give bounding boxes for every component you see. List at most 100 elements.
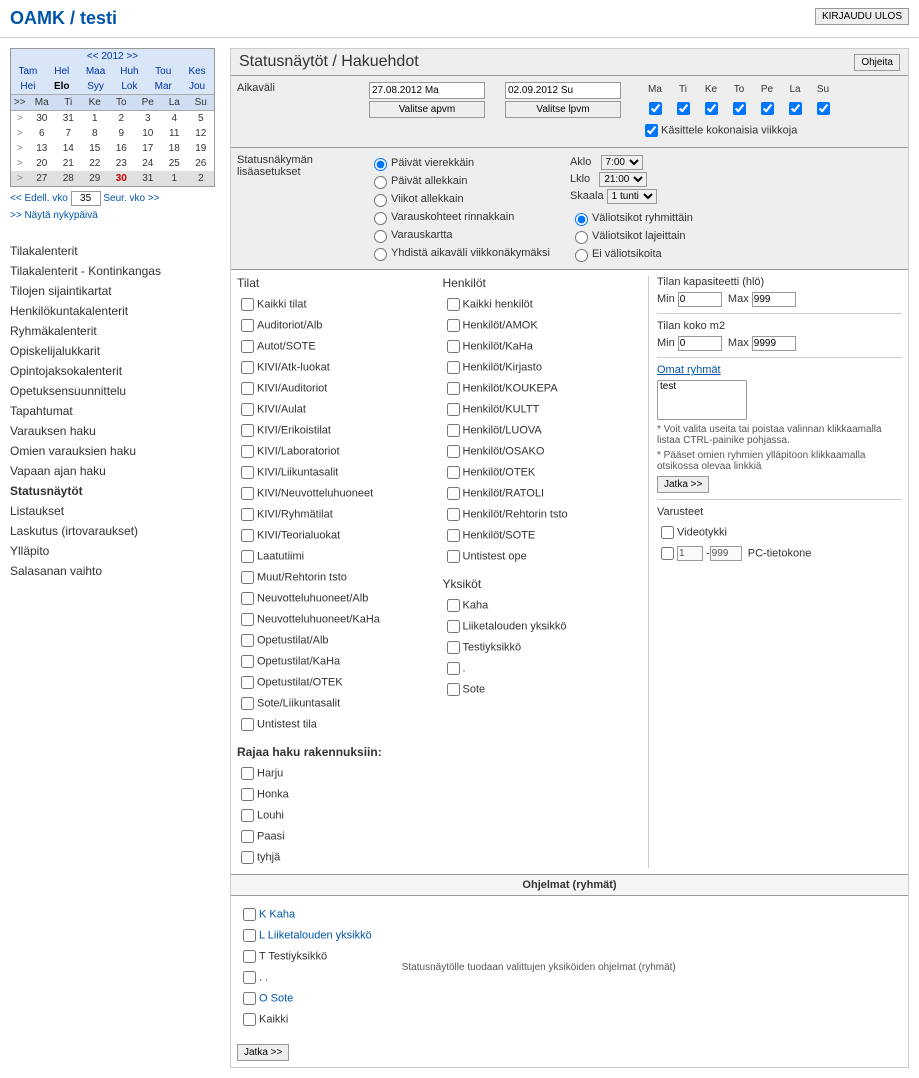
nav-item[interactable]: Opetuksensuunnittelu <box>10 381 215 401</box>
cal-day[interactable]: > <box>11 171 29 186</box>
nav-item[interactable]: Omien varauksien haku <box>10 441 215 461</box>
cal-day[interactable]: 19 <box>188 141 215 156</box>
layout-radio[interactable] <box>374 212 387 225</box>
koko-max-input[interactable] <box>752 336 796 351</box>
tilat-checkbox[interactable] <box>241 466 254 479</box>
cal-day[interactable]: 3 <box>135 111 162 126</box>
nav-item[interactable]: Tilakalenterit <box>10 241 215 261</box>
cal-month[interactable]: Hel <box>45 64 79 79</box>
select-start-date-button[interactable]: Valitse apvm <box>369 101 485 118</box>
henk-checkbox[interactable] <box>447 487 460 500</box>
ohjelma-checkbox[interactable] <box>243 1013 256 1026</box>
nav-item[interactable]: Statusnäytöt <box>10 481 215 501</box>
tilat-checkbox[interactable] <box>241 571 254 584</box>
layout-radio[interactable] <box>374 158 387 171</box>
cal-month[interactable]: Huh <box>112 64 146 79</box>
henk-checkbox[interactable] <box>447 340 460 353</box>
ohjelma-checkbox[interactable] <box>243 950 256 963</box>
kap-max-input[interactable] <box>752 292 796 307</box>
nav-item[interactable]: Ryhmäkalenterit <box>10 321 215 341</box>
cal-month[interactable]: Hei <box>11 79 45 94</box>
cal-month[interactable]: Mar <box>146 79 180 94</box>
cal-day[interactable]: 1 <box>161 171 188 186</box>
tilat-checkbox[interactable] <box>241 529 254 542</box>
cal-month[interactable]: Jou <box>180 79 214 94</box>
cal-day[interactable]: 31 <box>135 171 162 186</box>
cal-day[interactable]: 13 <box>29 141 56 156</box>
tilat-checkbox[interactable] <box>241 361 254 374</box>
cal-day[interactable]: 14 <box>55 141 82 156</box>
yks-checkbox[interactable] <box>447 599 460 612</box>
cal-prev-week[interactable]: << Edell. vko <box>10 193 68 204</box>
cal-next-week[interactable]: Seur. vko >> <box>103 193 159 204</box>
aklo-select[interactable]: 7:00 <box>601 155 643 170</box>
cal-day[interactable]: 9 <box>108 126 135 141</box>
nav-item[interactable]: Tilakalenterit - Kontinkangas <box>10 261 215 281</box>
cal-month[interactable]: Elo <box>45 79 79 94</box>
cal-day[interactable]: 27 <box>29 171 56 186</box>
koko-min-input[interactable] <box>678 336 722 351</box>
cal-day[interactable]: 12 <box>188 126 215 141</box>
nav-item[interactable]: Vapaan ajan haku <box>10 461 215 481</box>
cal-day[interactable]: 30 <box>29 111 56 126</box>
henk-checkbox[interactable] <box>447 361 460 374</box>
cal-day[interactable]: 25 <box>161 156 188 171</box>
tilat-checkbox[interactable] <box>241 487 254 500</box>
cal-day[interactable]: 22 <box>82 156 109 171</box>
henk-checkbox[interactable] <box>447 424 460 437</box>
henk-checkbox[interactable] <box>447 298 460 311</box>
cal-month[interactable]: Tou <box>146 64 180 79</box>
tilat-checkbox[interactable] <box>241 613 254 626</box>
day-checkbox[interactable] <box>761 102 774 115</box>
cal-day[interactable]: 29 <box>82 171 109 186</box>
cal-day[interactable]: 21 <box>55 156 82 171</box>
cal-day[interactable]: > <box>11 111 29 126</box>
day-checkbox[interactable] <box>705 102 718 115</box>
cal-day[interactable]: 23 <box>108 156 135 171</box>
tilat-checkbox[interactable] <box>241 403 254 416</box>
nav-item[interactable]: Henkilökuntakalenterit <box>10 301 215 321</box>
cal-day[interactable]: 4 <box>161 111 188 126</box>
subtitle-radio[interactable] <box>575 249 588 262</box>
end-date-input[interactable] <box>505 82 621 99</box>
whole-weeks-checkbox[interactable] <box>645 124 658 137</box>
nav-item[interactable]: Opintojaksokalenterit <box>10 361 215 381</box>
nav-item[interactable]: Listaukset <box>10 501 215 521</box>
ohjelma-checkbox[interactable] <box>243 992 256 1005</box>
yks-checkbox[interactable] <box>447 620 460 633</box>
cal-day[interactable]: 1 <box>82 111 109 126</box>
nav-item[interactable]: Salasanan vaihto <box>10 561 215 581</box>
henk-checkbox[interactable] <box>447 382 460 395</box>
cal-day[interactable]: 31 <box>55 111 82 126</box>
cal-day[interactable]: 5 <box>188 111 215 126</box>
jatka-button[interactable]: Jatka >> <box>237 1044 289 1061</box>
tilat-checkbox[interactable] <box>241 718 254 731</box>
tilat-checkbox[interactable] <box>241 508 254 521</box>
henk-checkbox[interactable] <box>447 445 460 458</box>
day-checkbox[interactable] <box>789 102 802 115</box>
cal-day[interactable]: 2 <box>108 111 135 126</box>
yks-checkbox[interactable] <box>447 662 460 675</box>
tilat-checkbox[interactable] <box>241 655 254 668</box>
nav-item[interactable]: Varauksen haku <box>10 421 215 441</box>
rajaa-checkbox[interactable] <box>241 788 254 801</box>
pc-checkbox[interactable] <box>661 547 674 560</box>
tilat-checkbox[interactable] <box>241 298 254 311</box>
skaala-select[interactable]: 1 tunti <box>607 189 657 204</box>
kap-min-input[interactable] <box>678 292 722 307</box>
cal-day[interactable]: 11 <box>161 126 188 141</box>
rajaa-checkbox[interactable] <box>241 809 254 822</box>
tilat-checkbox[interactable] <box>241 382 254 395</box>
cal-day[interactable]: 24 <box>135 156 162 171</box>
lklo-select[interactable]: 21:00 <box>599 172 647 187</box>
cal-day[interactable]: 30 <box>108 171 135 186</box>
henk-checkbox[interactable] <box>447 403 460 416</box>
yks-checkbox[interactable] <box>447 641 460 654</box>
cal-show-today[interactable]: >> Näytä nykypäivä <box>10 210 98 221</box>
layout-radio[interactable] <box>374 176 387 189</box>
nav-item[interactable]: Ylläpito <box>10 541 215 561</box>
henk-checkbox[interactable] <box>447 550 460 563</box>
cal-day[interactable]: 16 <box>108 141 135 156</box>
cal-day[interactable]: 28 <box>55 171 82 186</box>
henk-checkbox[interactable] <box>447 319 460 332</box>
